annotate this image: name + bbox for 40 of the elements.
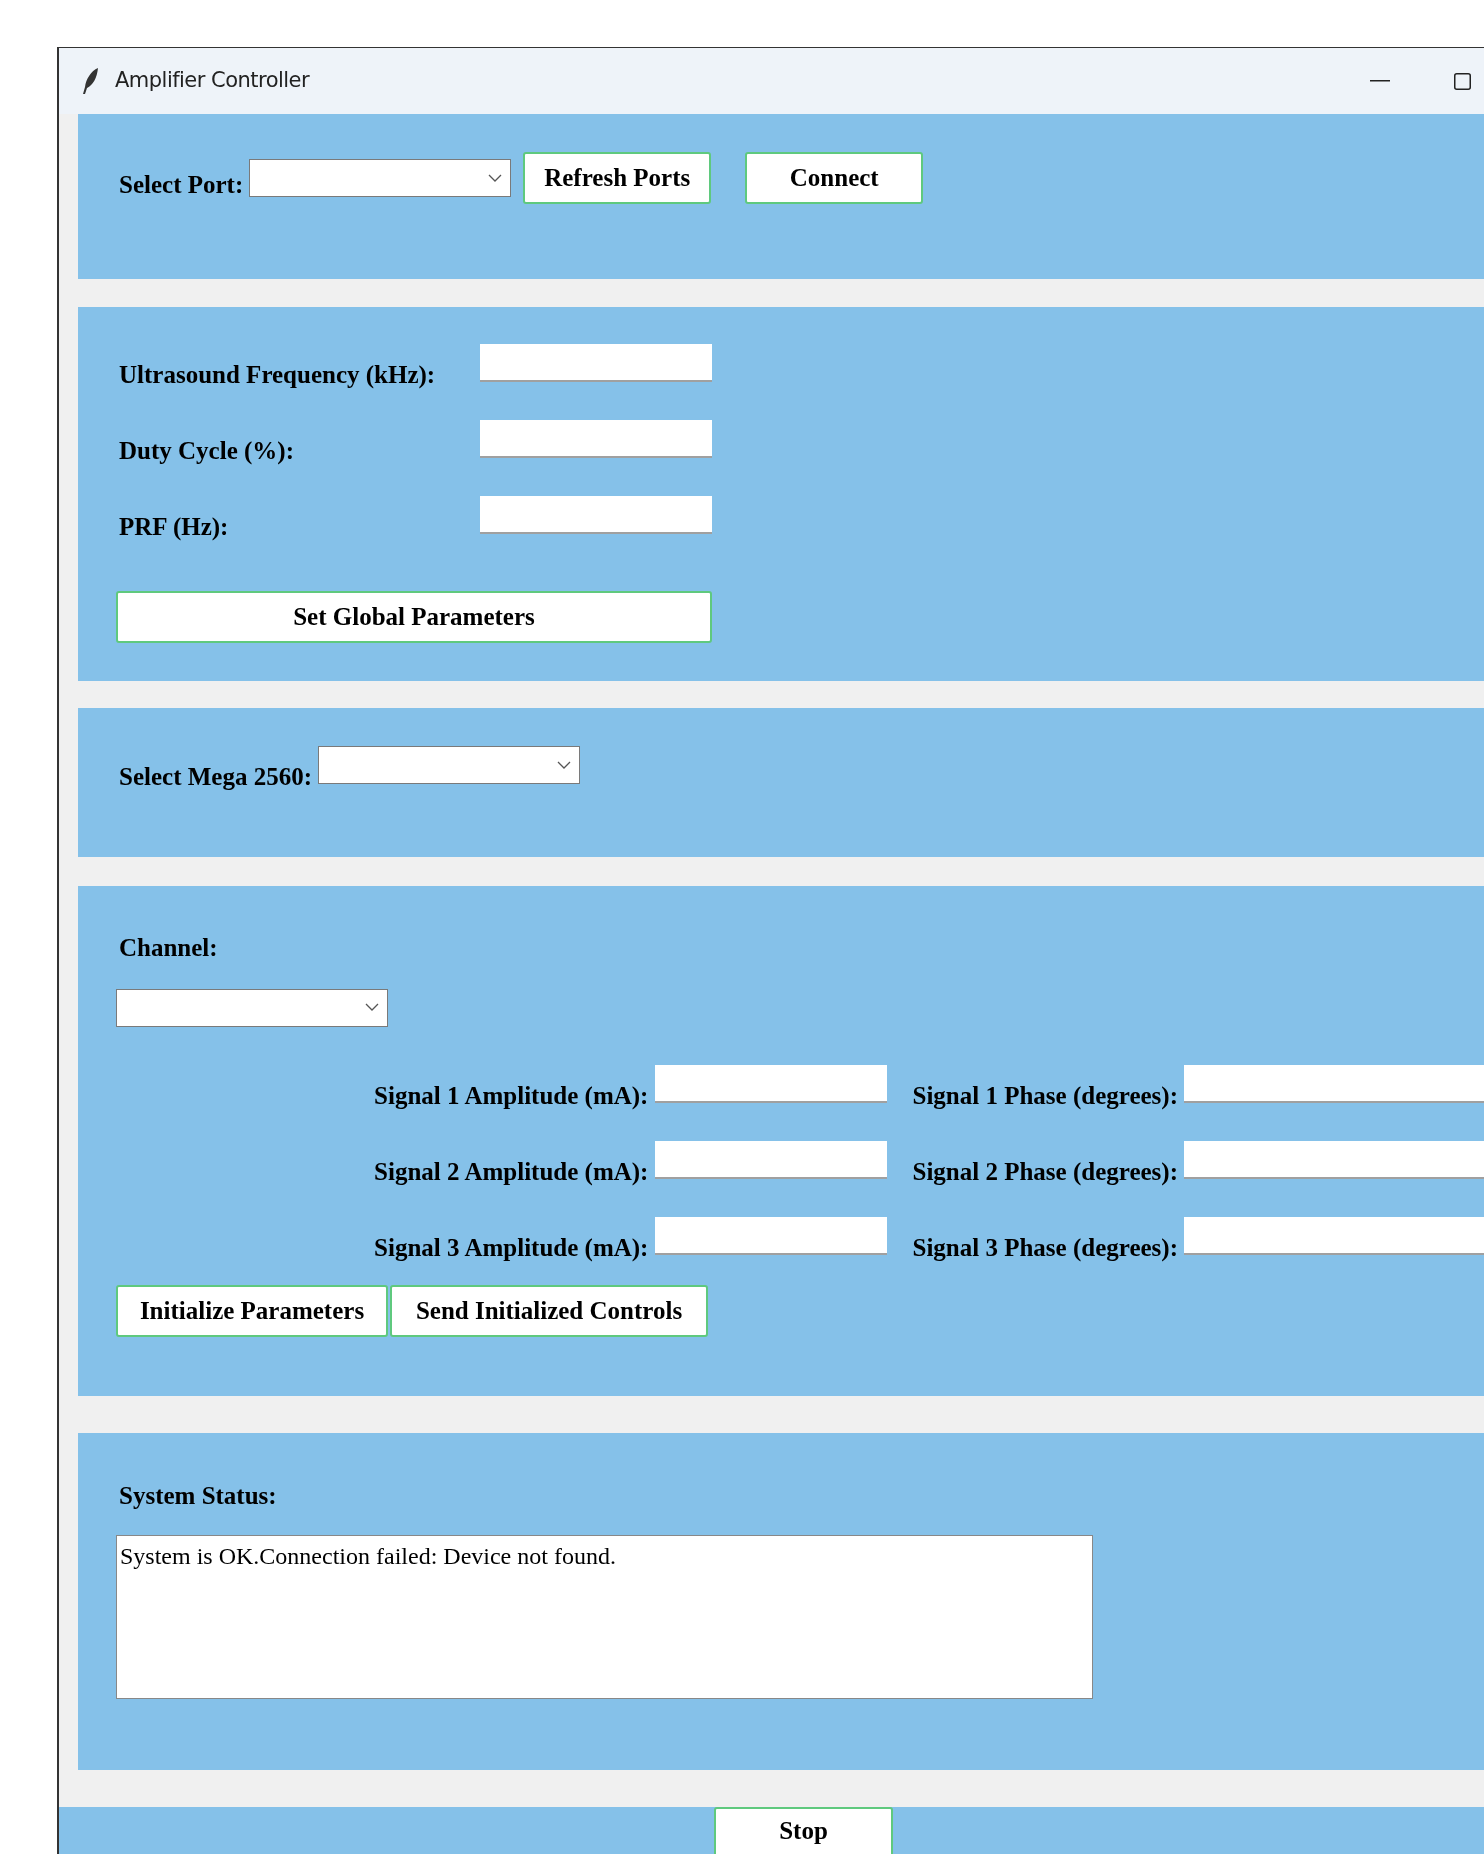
field-label: Ultrasound Frequency (kHz): bbox=[118, 360, 437, 391]
input-field[interactable] bbox=[655, 1140, 888, 1179]
input-field[interactable] bbox=[655, 1216, 888, 1255]
minimize-icon[interactable] bbox=[1370, 80, 1390, 82]
field-label: System Status: bbox=[118, 1481, 278, 1511]
input-field[interactable] bbox=[480, 496, 712, 534]
dropdown[interactable] bbox=[116, 988, 388, 1027]
dropdown[interactable] bbox=[249, 159, 512, 197]
input-field[interactable] bbox=[1184, 1064, 1484, 1103]
field-label: Select Mega 2560: bbox=[119, 762, 312, 792]
input-field[interactable] bbox=[1184, 1216, 1484, 1255]
status-textbox[interactable]: System is OK.Connection failed: Device not found. bbox=[116, 1534, 1093, 1699]
field-label: Signal 1 Amplitude (mA): bbox=[373, 1080, 650, 1112]
input-field[interactable] bbox=[1184, 1140, 1484, 1179]
button[interactable]: Send Initialized Controls bbox=[390, 1284, 708, 1337]
button[interactable]: Refresh Ports bbox=[523, 152, 712, 204]
field-label: PRF (Hz): bbox=[118, 512, 230, 543]
button[interactable]: Connect bbox=[745, 152, 924, 204]
input-field[interactable] bbox=[655, 1064, 888, 1103]
field-label: Channel: bbox=[118, 933, 219, 963]
field-label: Signal 2 Amplitude (mA): bbox=[373, 1156, 650, 1188]
field-label: Signal 2 Phase (degrees): bbox=[911, 1156, 1179, 1188]
chevron-down-icon bbox=[365, 1003, 379, 1012]
dropdown[interactable] bbox=[318, 746, 580, 784]
maximize-icon[interactable] bbox=[1454, 72, 1471, 90]
status-text: System is OK.Connection failed: Device not found. bbox=[120, 1542, 616, 1569]
field-label: Signal 1 Phase (degrees): bbox=[911, 1080, 1179, 1112]
window-title: Amplifier Controller bbox=[115, 67, 310, 95]
field-label: Signal 3 Phase (degrees): bbox=[911, 1232, 1179, 1264]
input-field[interactable] bbox=[480, 420, 712, 458]
set-parameters-button[interactable]: Set Global Parameters bbox=[116, 591, 712, 643]
field-label: Select Port: bbox=[119, 169, 244, 200]
chevron-down-icon bbox=[557, 760, 571, 770]
field-label: Signal 3 Amplitude (mA): bbox=[373, 1232, 650, 1264]
chevron-down-icon bbox=[488, 173, 503, 183]
input-field[interactable] bbox=[480, 344, 712, 382]
stop-button[interactable]: Stop bbox=[714, 1807, 893, 1854]
field-label: Duty Cycle (%): bbox=[118, 436, 295, 467]
feather-icon bbox=[81, 67, 101, 95]
button[interactable]: Initialize Parameters bbox=[116, 1284, 388, 1337]
